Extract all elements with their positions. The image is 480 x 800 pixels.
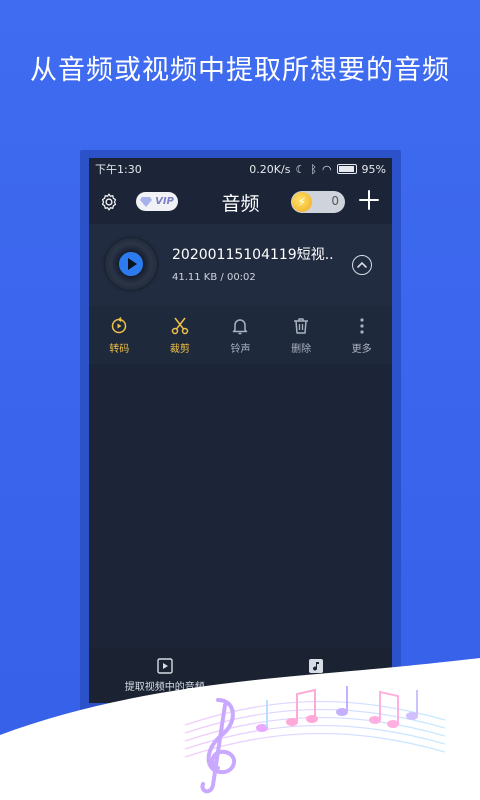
plus-icon[interactable]	[358, 189, 380, 211]
bottom-nav: 提取视频中的音频 音频编辑制作	[89, 647, 392, 703]
bell-icon	[233, 318, 248, 334]
vinyl-disc-icon[interactable]	[105, 238, 157, 290]
network-speed: 0.20K/s	[249, 162, 291, 176]
convert-button[interactable]: 转码	[89, 306, 150, 364]
convert-label: 转码	[109, 343, 130, 355]
chevron-up-icon[interactable]	[352, 255, 372, 275]
coin-count: 0	[331, 194, 339, 208]
status-bar: 下午1:30 0.20K/s ☾ ᛒ ◠ 95%	[89, 158, 392, 180]
more-button[interactable]: 更多	[331, 306, 392, 364]
cut-label: 裁剪	[169, 343, 190, 355]
audio-edit-label: 音频编辑制作	[286, 682, 347, 693]
page-title: 音频	[221, 192, 260, 215]
treble-clef-icon	[200, 698, 236, 794]
more-icon	[360, 317, 364, 334]
scissors-icon	[171, 317, 189, 334]
status-time: 下午1:30	[95, 163, 142, 176]
convert-icon	[112, 316, 127, 333]
delete-label: 删除	[291, 343, 312, 355]
lightning-icon: ⚡	[292, 192, 312, 212]
file-meta: 41.11 KB / 00:02	[172, 272, 256, 283]
delete-button[interactable]: 删除	[271, 306, 332, 364]
action-bar: 转码 裁剪 铃声 删除 更多	[89, 306, 392, 364]
coin-toggle[interactable]: ⚡ 0	[291, 191, 345, 213]
more-label: 更多	[351, 343, 372, 355]
audio-file-item[interactable]: 20200115104119短视.. 41.11 KB / 00:02	[89, 224, 392, 306]
ringtone-button[interactable]: 铃声	[210, 306, 271, 364]
battery-icon	[336, 164, 357, 174]
app-bar: VIP 音频 ⚡ 0	[89, 180, 392, 224]
status-indicators: 0.20K/s ☾ ᛒ ◠ 95%	[249, 163, 386, 176]
bluetooth-icon: ᛒ	[310, 162, 317, 176]
extract-audio-tab[interactable]: 提取视频中的音频	[89, 647, 241, 703]
play-icon	[119, 252, 143, 276]
ringtone-label: 铃声	[230, 343, 251, 355]
wifi-icon: ◠	[321, 162, 332, 176]
file-name: 20200115104119短视..	[172, 247, 334, 263]
video-play-icon	[157, 658, 173, 674]
music-note-icon	[309, 659, 324, 673]
moon-icon: ☾	[295, 162, 306, 176]
app-screen: 下午1:30 0.20K/s ☾ ᛒ ◠ 95% VIP 音频 ⚡ 0 2020…	[89, 158, 392, 703]
cut-button[interactable]: 裁剪	[150, 306, 211, 364]
battery-level: 95%	[361, 162, 386, 176]
audio-edit-tab[interactable]: 音频编辑制作	[241, 647, 393, 703]
trash-icon	[294, 317, 309, 334]
extract-audio-label: 提取视频中的音频	[124, 682, 205, 693]
headline: 从音频或视频中提取所想要的音频	[30, 55, 450, 86]
